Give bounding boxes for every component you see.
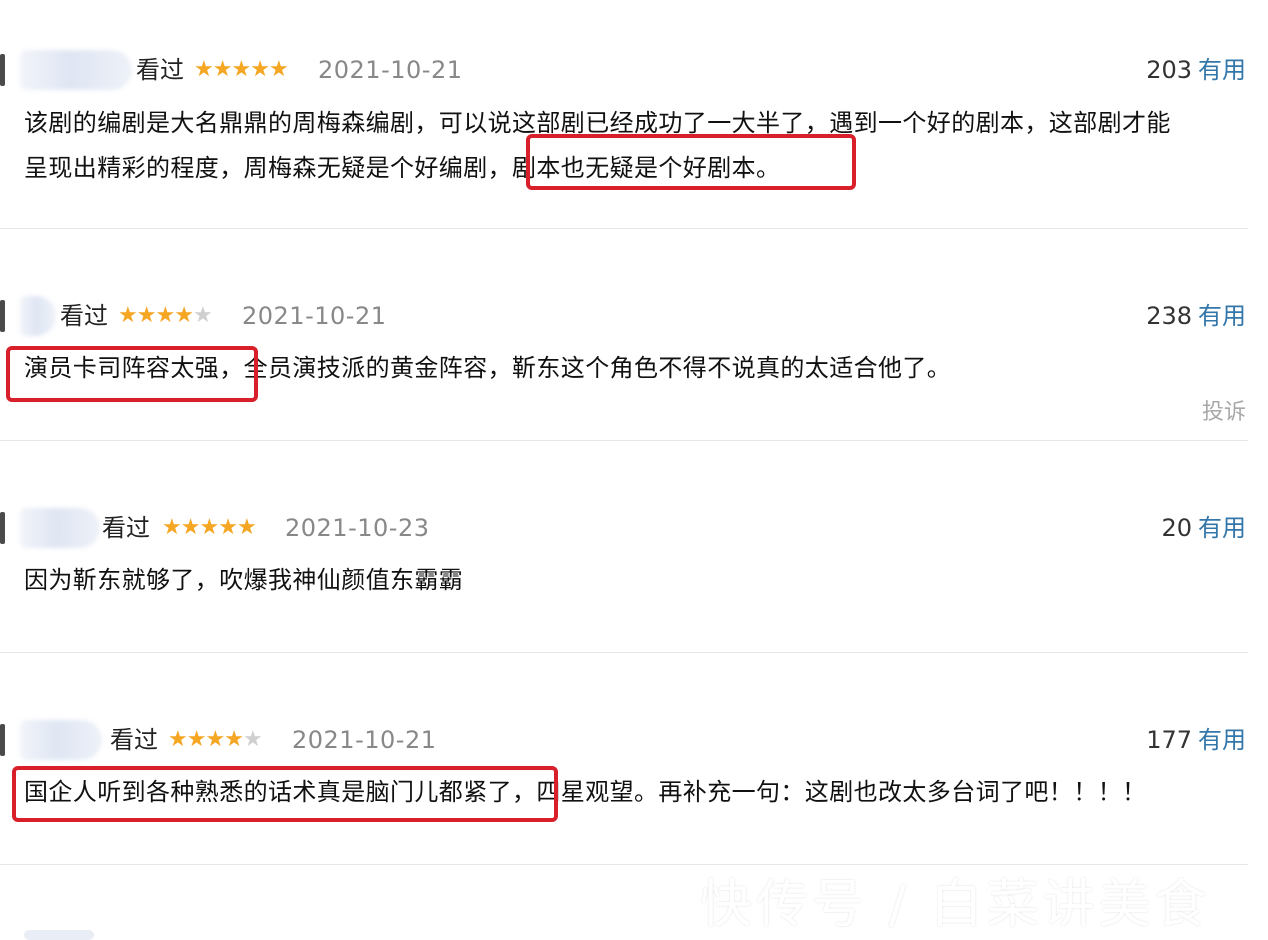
star-icon: ★ — [268, 57, 289, 82]
blurred-avatar[interactable] — [20, 50, 132, 90]
star-icon: ★ — [118, 303, 138, 328]
review-text-segment: 四星观望。再补充一句：这剧也改太多台词了吧！！！！ — [536, 778, 1147, 806]
rating-stars: ★★★★★ — [168, 726, 263, 754]
divider — [0, 652, 1248, 653]
review-text: 该剧的编剧是大名鼎鼎的周梅森编剧，可以说这部剧已经成功了一大半了，遇到一个好的剧… — [24, 101, 1248, 191]
vote-area: 20 有用 — [1161, 513, 1246, 543]
divider — [0, 440, 1248, 441]
watched-status: 看过 — [110, 726, 158, 754]
rating-stars: ★★★★★ — [118, 302, 213, 330]
star-icon: ★ — [194, 57, 214, 82]
vote-area: 177 有用 — [1146, 725, 1246, 755]
star-empty-icon: ★ — [242, 727, 263, 752]
review-line: 国企人听到各种熟悉的话术真是脑门儿都紧了，四星观望。再补充一句：这剧也改太多台词… — [24, 770, 1248, 815]
star-icon: ★ — [155, 303, 175, 328]
avatar-edge — [0, 724, 5, 756]
review-date: 2021-10-21 — [292, 726, 437, 754]
star-icon: ★ — [186, 727, 207, 752]
star-icon: ★ — [205, 727, 225, 752]
star-icon: ★ — [231, 57, 251, 82]
review-meta: 看过 ★★★★★ 2021-10-21 203 有用 — [0, 50, 1268, 90]
review-date: 2021-10-23 — [285, 514, 430, 542]
rating-stars: ★★★★★ — [194, 56, 289, 84]
highlighted-text: 国企人听到各种熟悉的话术真是脑门儿都紧了， — [24, 778, 537, 806]
avatar-edge — [0, 300, 5, 332]
blurred-avatar — [24, 930, 94, 940]
star-icon: ★ — [168, 727, 188, 752]
vote-count: 20 — [1161, 514, 1192, 542]
star-icon: ★ — [224, 727, 244, 752]
review-meta: 看过 ★★★★★ 2021-10-21 177 有用 — [0, 720, 1268, 760]
highlighted-text: 剧本也无疑是个好剧本。 — [512, 154, 781, 182]
vote-count: 203 — [1146, 56, 1192, 84]
star-icon: ★ — [174, 303, 194, 328]
review-meta: 看过 ★★★★★ 2021-10-21 238 有用 — [0, 296, 1268, 336]
blurred-avatar[interactable] — [20, 720, 102, 760]
vote-count: 177 — [1146, 726, 1192, 754]
review-date: 2021-10-21 — [318, 56, 463, 84]
vote-count: 238 — [1146, 302, 1192, 330]
divider — [0, 228, 1248, 229]
star-empty-icon: ★ — [192, 303, 213, 328]
report-link[interactable]: 投诉 — [1202, 398, 1246, 428]
watched-status: 看过 — [136, 56, 184, 84]
rating-stars: ★★★★★ — [162, 514, 257, 542]
useful-button[interactable]: 有用 — [1198, 514, 1246, 542]
review-meta: 看过 ★★★★★ 2021-10-23 20 有用 — [0, 508, 1268, 548]
star-icon: ★ — [180, 515, 201, 540]
blurred-avatar[interactable] — [20, 296, 56, 336]
review-text: 因为靳东就够了，吹爆我神仙颜值东霸霸 — [24, 558, 1248, 603]
review-text-segment: 全员演技派的黄金阵容，靳东这个角色不得不说真的太适合他了。 — [243, 354, 952, 382]
avatar-edge — [0, 512, 5, 544]
review-date: 2021-10-21 — [242, 302, 387, 330]
review-line: 该剧的编剧是大名鼎鼎的周梅森编剧，可以说这部剧已经成功了一大半了，遇到一个好的剧… — [24, 109, 1171, 137]
star-icon: ★ — [236, 515, 257, 540]
review-text-segment: 呈现出精彩的程度，周梅森无疑是个好编剧， — [24, 154, 512, 182]
review-line: 呈现出精彩的程度，周梅森无疑是个好编剧，剧本也无疑是个好剧本。 — [24, 146, 1248, 191]
review-line: 演员卡司阵容太强，全员演技派的黄金阵容，靳东这个角色不得不说真的太适合他了。 — [24, 346, 1248, 391]
star-icon: ★ — [218, 515, 238, 540]
vote-area: 238 有用 — [1146, 301, 1246, 331]
star-icon: ★ — [212, 57, 233, 82]
watched-status: 看过 — [60, 302, 108, 330]
vote-area: 203 有用 — [1146, 55, 1246, 85]
review-line: 因为靳东就够了，吹爆我神仙颜值东霸霸 — [24, 566, 464, 594]
star-icon: ★ — [199, 515, 219, 540]
blurred-avatar[interactable] — [20, 508, 100, 548]
review-text: 演员卡司阵容太强，全员演技派的黄金阵容，靳东这个角色不得不说真的太适合他了。 — [24, 346, 1248, 391]
useful-button[interactable]: 有用 — [1198, 56, 1246, 84]
useful-button[interactable]: 有用 — [1198, 726, 1246, 754]
review-text: 国企人听到各种熟悉的话术真是脑门儿都紧了，四星观望。再补充一句：这剧也改太多台词… — [24, 770, 1248, 815]
star-icon: ★ — [136, 303, 157, 328]
watermark: 快传号 / 白菜讲美食 — [700, 875, 1211, 935]
star-icon: ★ — [162, 515, 182, 540]
star-icon: ★ — [250, 57, 270, 82]
watched-status: 看过 — [102, 514, 150, 542]
highlighted-text: 演员卡司阵容太强， — [24, 354, 244, 382]
useful-button[interactable]: 有用 — [1198, 302, 1246, 330]
avatar-edge — [0, 54, 5, 86]
